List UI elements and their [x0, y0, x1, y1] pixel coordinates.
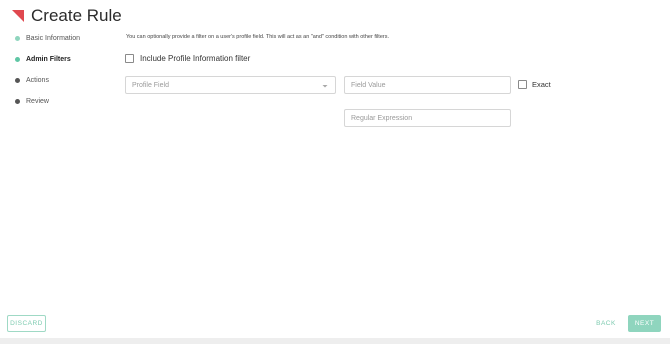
- header: Create Rule: [12, 6, 122, 26]
- back-button[interactable]: BACK: [593, 315, 619, 332]
- field-value-input[interactable]: Field Value: [344, 76, 511, 94]
- regular-expression-placeholder: Regular Expression: [351, 114, 413, 122]
- step-actions[interactable]: Actions: [15, 70, 80, 91]
- field-value-placeholder: Field Value: [351, 81, 386, 89]
- bottom-strip: [0, 338, 670, 344]
- step-basic-information[interactable]: Basic Information: [15, 28, 80, 49]
- discard-button[interactable]: DISCARD: [7, 315, 46, 332]
- step-label: Basic Information: [26, 35, 81, 42]
- red-triangle-logo-icon: [12, 10, 24, 22]
- wizard-steps: Basic Information Admin Filters Actions …: [15, 28, 80, 112]
- create-rule-page: Create Rule Basic Information Admin Filt…: [0, 0, 670, 344]
- step-label: Actions: [26, 77, 49, 84]
- step-dot-icon: [15, 78, 20, 83]
- step-label: Review: [26, 98, 49, 105]
- step-label: Admin Filters: [26, 56, 71, 63]
- profile-field-placeholder: Profile Field: [132, 81, 169, 89]
- exact-checkbox[interactable]: [518, 80, 527, 89]
- page-title: Create Rule: [31, 6, 122, 25]
- chevron-down-icon: [322, 85, 328, 88]
- next-button[interactable]: NEXT: [628, 315, 661, 332]
- regular-expression-input[interactable]: Regular Expression: [344, 109, 511, 127]
- step-dot-icon: [15, 99, 20, 104]
- exact-label: Exact: [532, 80, 551, 89]
- include-profile-filter-label: Include Profile Information filter: [140, 54, 251, 63]
- step-review[interactable]: Review: [15, 91, 80, 112]
- include-profile-filter-row[interactable]: Include Profile Information filter: [125, 54, 250, 63]
- profile-field-select[interactable]: Profile Field: [125, 76, 336, 94]
- step-admin-filters[interactable]: Admin Filters: [15, 49, 80, 70]
- exact-row[interactable]: Exact: [518, 80, 551, 89]
- step-dot-icon: [15, 57, 20, 62]
- step-dot-icon: [15, 36, 20, 41]
- intro-text: You can optionally provide a filter on a…: [126, 34, 389, 40]
- include-profile-filter-checkbox[interactable]: [125, 54, 134, 63]
